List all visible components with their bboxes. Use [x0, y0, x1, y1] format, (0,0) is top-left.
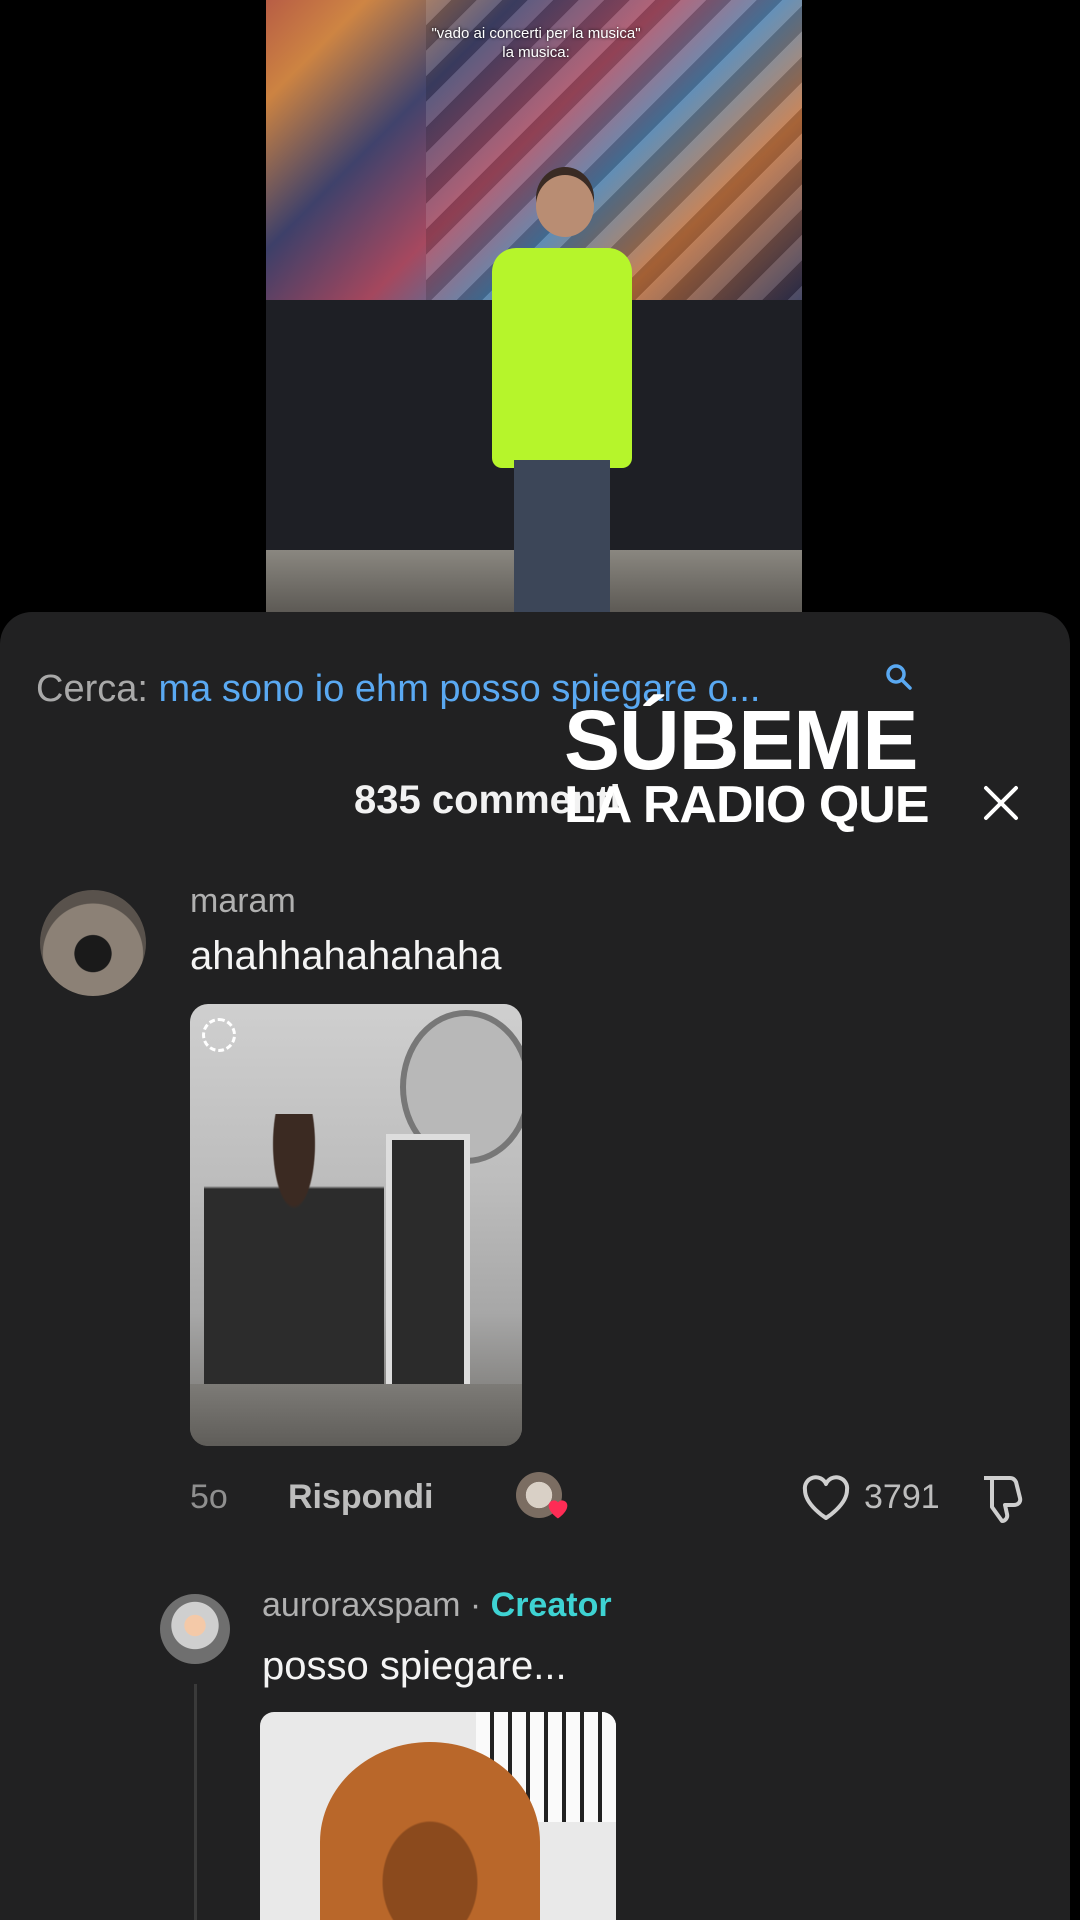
like-count: 3791	[864, 1478, 940, 1516]
close-icon[interactable]	[982, 784, 1020, 822]
photo-counter	[190, 1384, 522, 1446]
comment-username[interactable]: maram	[190, 882, 296, 921]
reply-username-row[interactable]: auroraxspam · Creator	[262, 1586, 612, 1625]
creator-badge: Creator	[490, 1586, 612, 1624]
comment-time: 5o	[190, 1478, 228, 1516]
avatar[interactable]	[160, 1594, 230, 1664]
comment-text: ahahhahahahaha	[190, 934, 502, 978]
comment-text: posso spiegare...	[262, 1644, 567, 1688]
reply-thread-line	[194, 1684, 197, 1920]
liked-by-creator-heart-icon	[548, 1500, 568, 1519]
video-person-head	[536, 175, 594, 237]
dislike-icon[interactable]	[976, 1472, 1026, 1524]
video-person-vest	[492, 248, 632, 468]
video-player[interactable]: "vado ai concerti per la musica" la musi…	[266, 0, 802, 612]
comment-image[interactable]	[260, 1712, 616, 1920]
lyric-overlay-line1: SÚBEME	[564, 693, 918, 787]
comment-image[interactable]	[190, 1004, 522, 1446]
video-caption: "vado ai concerti per la musica" la musi…	[431, 25, 641, 61]
search-icon[interactable]	[884, 662, 914, 692]
search-label: Cerca:	[36, 668, 148, 710]
lyric-overlay-line2: LA RADIO QUE	[564, 776, 930, 834]
comment-username[interactable]: auroraxspam	[262, 1586, 460, 1624]
separator-dot: ·	[460, 1586, 491, 1624]
avatar[interactable]	[40, 890, 146, 996]
video-person-legs	[514, 460, 610, 612]
like-heart-icon[interactable]	[800, 1474, 852, 1522]
live-photo-icon	[202, 1018, 236, 1052]
photo-shelf	[386, 1134, 470, 1396]
photo-people	[204, 1114, 384, 1414]
reply-button[interactable]: Rispondi	[288, 1478, 433, 1517]
